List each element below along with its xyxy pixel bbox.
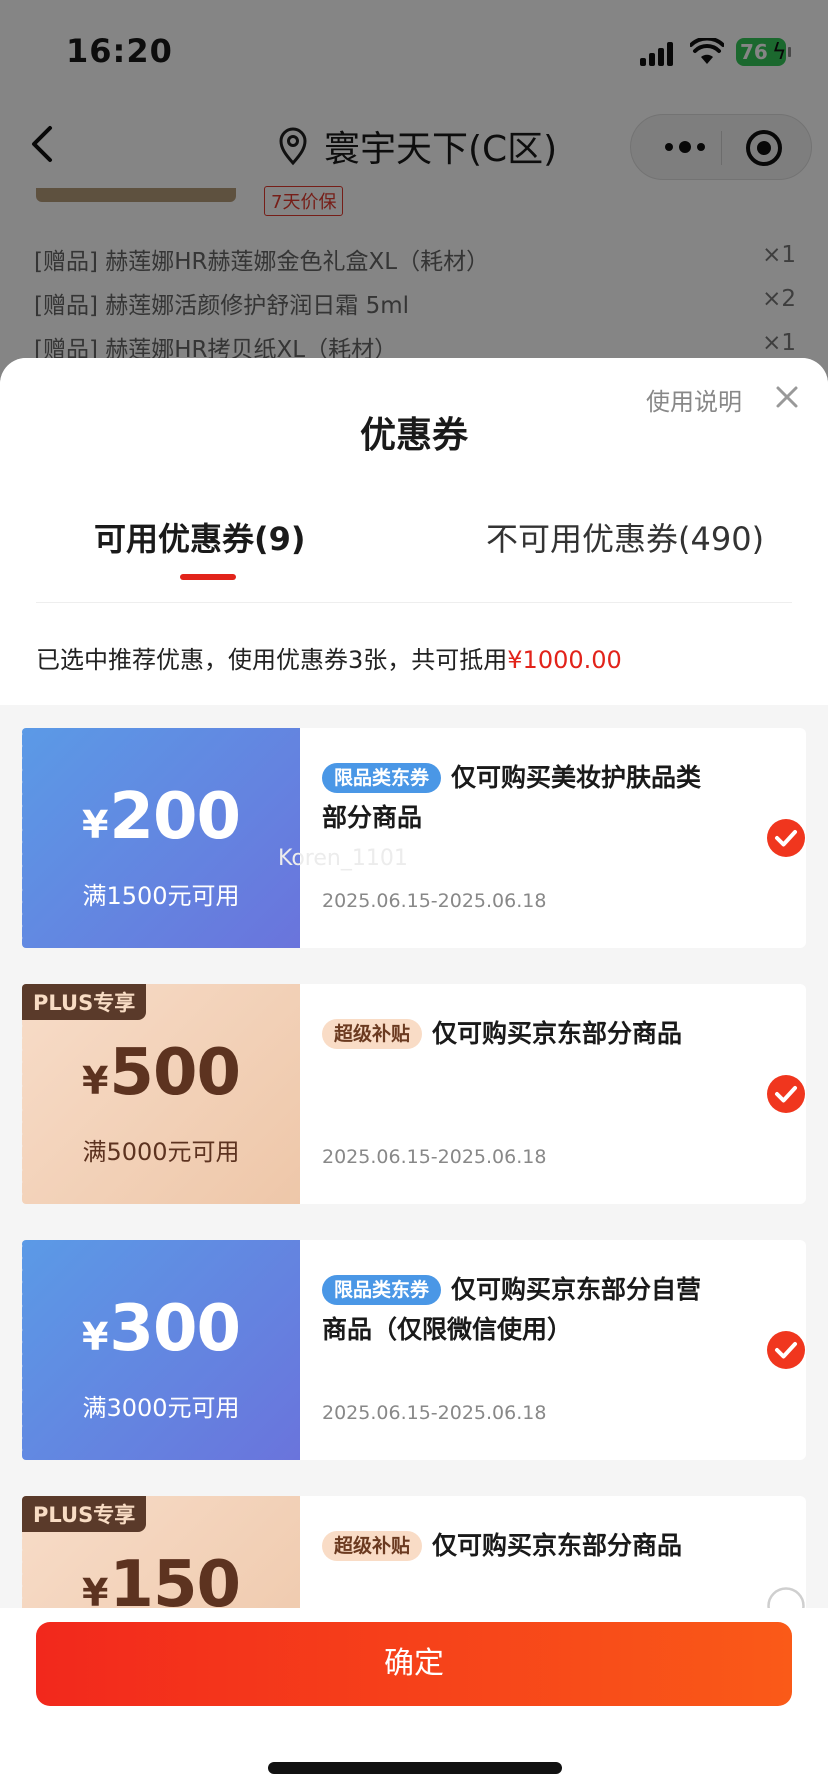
coupon-detail: 限品类东券 仅可购买京东部分自营商品（仅限微信使用） 2025.06.15-202… bbox=[300, 1240, 806, 1460]
coupon-condition: 满3000元可用 bbox=[82, 1394, 240, 1422]
watermark: Koren_1101 bbox=[278, 846, 408, 871]
summary-amount: ¥1000.00 bbox=[507, 646, 622, 674]
coupon-value-panel: ¥300 满3000元可用 bbox=[18, 1240, 300, 1460]
coupon-description: 限品类东券 仅可购买京东部分自营商品（仅限微信使用） bbox=[322, 1275, 702, 1344]
home-indicator bbox=[268, 1762, 562, 1774]
coupon-description: 超级补贴 仅可购买京东部分商品 bbox=[322, 1014, 722, 1054]
coupon-tag: 限品类东券 bbox=[322, 763, 442, 793]
tab-unavailable-coupons[interactable]: 不可用优惠券(490) bbox=[486, 514, 764, 560]
coupon-tag: 超级补贴 bbox=[322, 1019, 423, 1049]
sheet-header: 使用说明 优惠券 可用优惠券(9) 不可用优惠券(490) 已选中推荐优惠，使用… bbox=[0, 358, 828, 705]
coupon-condition: 满5000元可用 bbox=[82, 1138, 240, 1166]
plus-exclusive-badge: PLUS专享 bbox=[22, 1496, 147, 1532]
selection-summary: 已选中推荐优惠，使用优惠券3张，共可抵用¥1000.00 bbox=[36, 640, 622, 675]
coupon-card[interactable]: ¥200 满1500元可用 限品类东券 仅可购买美妆护肤品类部分商品 2025.0… bbox=[18, 728, 806, 948]
coupon-card[interactable]: PLUS专享 ¥500 满5000元可用 超级补贴 仅可购买京东部分商品 2025… bbox=[18, 984, 806, 1204]
coupon-tabs: 可用优惠券(9) 不可用优惠券(490) bbox=[0, 514, 828, 584]
tab-divider bbox=[36, 602, 792, 603]
modal-backdrop[interactable] bbox=[0, 0, 828, 420]
coupon-tag: 超级补贴 bbox=[322, 1531, 423, 1561]
coupon-condition: 满1500元可用 bbox=[82, 882, 240, 910]
coupon-value-panel: ¥200 满1500元可用 bbox=[18, 728, 300, 948]
coupon-detail: 限品类东券 仅可购买美妆护肤品类部分商品 2025.06.15-2025.06.1… bbox=[300, 728, 806, 948]
coupon-amount: ¥200 bbox=[81, 780, 241, 854]
bottom-bar: 确定 bbox=[0, 1608, 828, 1792]
coupon-detail: 超级补贴 仅可购买京东部分商品 2025.06.15-2025.06.18 bbox=[300, 984, 806, 1204]
confirm-button[interactable]: 确定 bbox=[36, 1622, 792, 1706]
coupon-amount: ¥500 bbox=[81, 1036, 241, 1110]
coupon-tag: 限品类东券 bbox=[322, 1275, 442, 1305]
checked-icon[interactable] bbox=[766, 1330, 806, 1370]
tab-available-coupons[interactable]: 可用优惠券(9) bbox=[94, 514, 306, 560]
coupon-description: 超级补贴 仅可购买京东部分商品 bbox=[322, 1526, 722, 1566]
summary-text: 已选中推荐优惠，使用优惠券3张，共可抵用 bbox=[36, 646, 508, 674]
coupon-validity: 2025.06.15-2025.06.18 bbox=[322, 890, 547, 912]
coupon-description: 限品类东券 仅可购买美妆护肤品类部分商品 bbox=[322, 763, 702, 832]
coupon-card[interactable]: ¥300 满3000元可用 限品类东券 仅可购买京东部分自营商品（仅限微信使用） … bbox=[18, 1240, 806, 1460]
coupon-amount: ¥300 bbox=[81, 1292, 241, 1366]
coupon-sheet: 使用说明 优惠券 可用优惠券(9) 不可用优惠券(490) 已选中推荐优惠，使用… bbox=[0, 358, 828, 1792]
checked-icon[interactable] bbox=[766, 818, 806, 858]
checked-icon[interactable] bbox=[766, 1074, 806, 1114]
coupon-validity: 2025.06.15-2025.06.18 bbox=[322, 1402, 547, 1424]
sheet-title: 优惠券 bbox=[359, 415, 468, 456]
active-tab-indicator bbox=[180, 574, 236, 580]
plus-exclusive-badge: PLUS专享 bbox=[22, 984, 147, 1020]
coupon-value-panel: PLUS专享 ¥500 满5000元可用 bbox=[18, 984, 300, 1204]
coupon-list: ¥200 满1500元可用 限品类东券 仅可购买美妆护肤品类部分商品 2025.0… bbox=[18, 728, 806, 1752]
coupon-validity: 2025.06.15-2025.06.18 bbox=[322, 1146, 547, 1168]
